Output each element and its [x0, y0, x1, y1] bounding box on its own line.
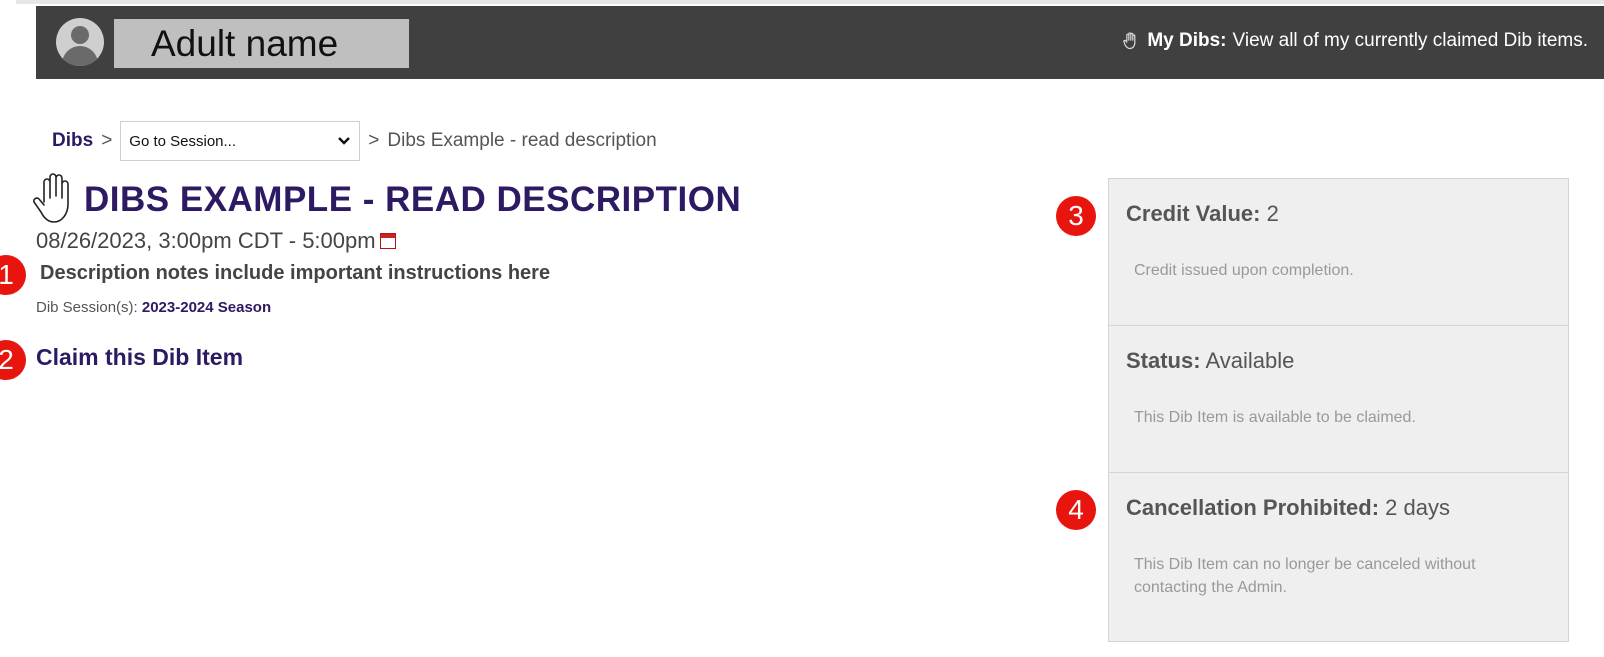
breadcrumb-separator-2: > [368, 130, 380, 151]
item-title: DIBS EXAMPLE - READ DESCRIPTION [84, 180, 742, 219]
item-datetime: 08/26/2023, 3:00pm CDT - 5:00pm [36, 228, 376, 253]
credit-section: Credit Value: 2 Credit issued upon compl… [1109, 179, 1568, 326]
top-divider [16, 0, 1604, 4]
session-select-value: Go to Session... [129, 132, 237, 150]
cancellation-section: Cancellation Prohibited: 2 days This Dib… [1109, 473, 1568, 619]
item-title-row: DIBS EXAMPLE - READ DESCRIPTION [30, 172, 741, 228]
chevron-down-icon [338, 137, 351, 145]
credit-label: Credit Value: [1126, 201, 1261, 226]
marker-2: 2 [0, 340, 26, 380]
session-select[interactable]: Go to Session... [120, 121, 361, 161]
credit-note: Credit issued upon completion. [1134, 262, 1354, 279]
marker-3: 3 [1056, 196, 1096, 236]
hand-icon [33, 173, 69, 223]
cancellation-note: This Dib Item can no longer be canceled … [1134, 556, 1476, 597]
my-dibs-text: View all of my currently claimed Dib ite… [1232, 30, 1588, 51]
status-title: Status: Available [1126, 348, 1294, 374]
info-panel: Credit Value: 2 Credit issued upon compl… [1108, 178, 1569, 642]
cancellation-value: 2 days [1385, 495, 1450, 520]
credit-value: 2 [1266, 201, 1279, 226]
status-section: Status: Available This Dib Item is avail… [1109, 326, 1568, 473]
user-name-box: Adult name [114, 19, 409, 68]
user-name: Adult name [151, 22, 339, 64]
sessions-label: Dib Session(s): [36, 299, 138, 316]
marker-1: 1 [0, 255, 26, 295]
breadcrumb-current: Dibs Example - read description [387, 130, 657, 151]
status-label: Status: [1126, 348, 1201, 373]
breadcrumb-separator: > [101, 130, 113, 151]
breadcrumb: Dibs > Go to Session... > Dibs Example -… [52, 119, 657, 163]
my-dibs-link[interactable]: My Dibs: View all of my currently claime… [1121, 30, 1588, 52]
item-datetime-row: 08/26/2023, 3:00pm CDT - 5:00pm [36, 228, 396, 254]
claim-dib-link[interactable]: Claim this Dib Item [36, 344, 243, 371]
status-note: This Dib Item is available to be claimed… [1134, 409, 1416, 426]
cancellation-title: Cancellation Prohibited: 2 days [1126, 495, 1450, 521]
my-dibs-label: My Dibs: [1147, 30, 1227, 51]
cancellation-label: Cancellation Prohibited: [1126, 495, 1380, 520]
marker-4: 4 [1056, 490, 1096, 530]
item-sessions: Dib Session(s): 2023-2024 Season [36, 299, 271, 316]
credit-title: Credit Value: 2 [1126, 201, 1279, 227]
calendar-icon[interactable] [379, 233, 396, 249]
breadcrumb-dibs-link[interactable]: Dibs [52, 130, 93, 152]
sessions-link[interactable]: 2023-2024 Season [142, 299, 271, 316]
avatar-icon[interactable] [56, 18, 104, 66]
status-value: Available [1205, 348, 1295, 373]
top-header: Adult name My Dibs: View all of my curre… [36, 6, 1604, 79]
hand-icon [1123, 32, 1136, 50]
item-description: Description notes include important inst… [40, 262, 551, 284]
